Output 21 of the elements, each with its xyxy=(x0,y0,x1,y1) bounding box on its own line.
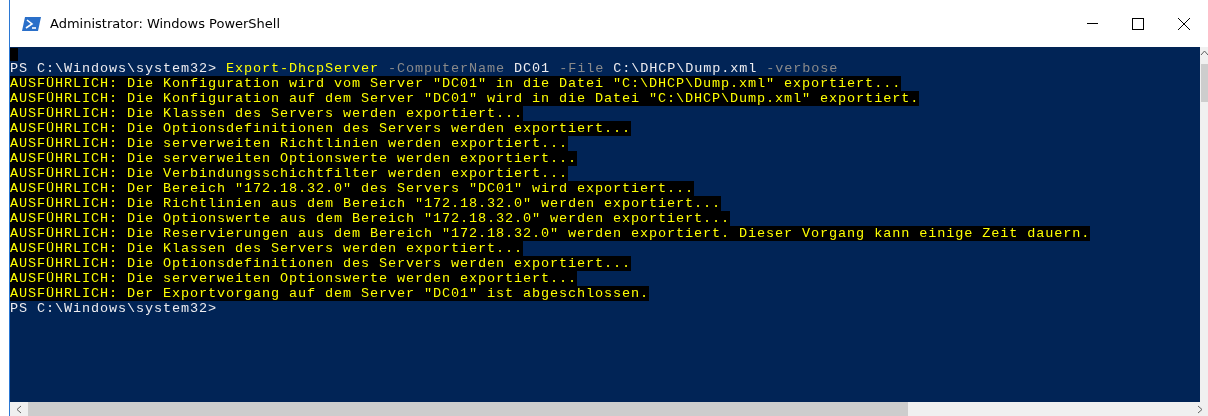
prompt-text: PS C:\Windows\system32> xyxy=(10,301,218,316)
window-title: Administrator: Windows PowerShell xyxy=(50,16,281,31)
argument-value: DC01 xyxy=(513,61,551,76)
parameter-name: -verbose xyxy=(765,61,839,76)
scroll-left-icon[interactable] xyxy=(16,404,22,414)
minimize-icon xyxy=(1086,23,1098,24)
horizontal-scrollbar[interactable] xyxy=(10,402,1208,416)
scroll-right-icon[interactable] xyxy=(1197,404,1203,414)
command-name: Export-DhcpServer xyxy=(226,61,380,76)
scrollbar-thumb[interactable] xyxy=(1200,64,1208,102)
powershell-icon xyxy=(22,15,42,32)
prompt-text: PS C:\Windows\system32> xyxy=(10,61,219,76)
argument-value: C:\DHCP\Dump.xml xyxy=(612,61,758,76)
parameter-name: -ComputerName xyxy=(387,61,506,76)
scroll-up-icon[interactable] xyxy=(1200,50,1208,56)
text-cursor xyxy=(10,48,18,61)
close-icon xyxy=(1178,17,1190,30)
maximize-icon xyxy=(1132,17,1144,30)
vertical-scrollbar[interactable] xyxy=(1200,47,1208,402)
parameter-name: -File xyxy=(558,61,605,76)
scrollbar-thumb[interactable] xyxy=(28,402,908,416)
